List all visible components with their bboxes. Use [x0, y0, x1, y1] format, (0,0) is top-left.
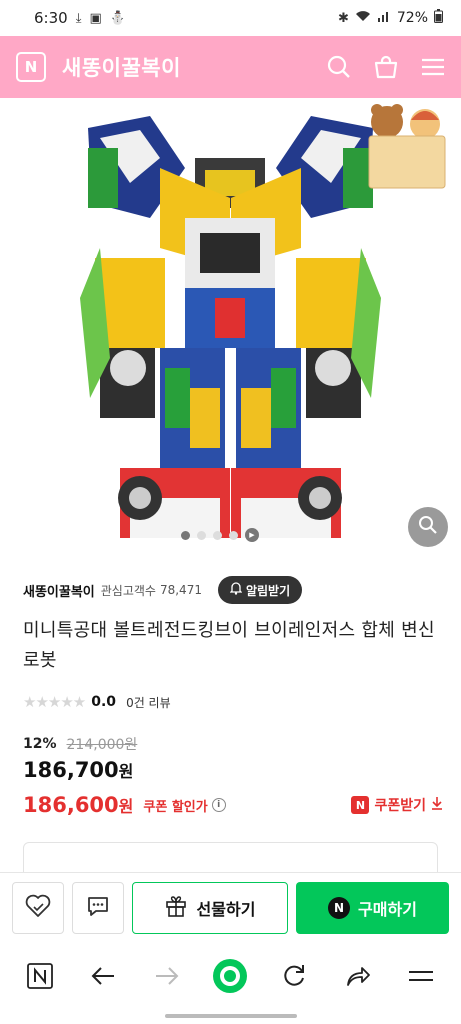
status-bar: 6:30 ⤓ ▣ ⛄ ✱ 72% — [0, 0, 461, 36]
bluetooth-icon: ✱ — [337, 10, 349, 26]
discount-row: 12% 214,000원 — [23, 734, 137, 754]
purchase-action-bar: 선물하기 N 구매하기 — [0, 872, 461, 942]
carousel-dot[interactable] — [181, 530, 190, 540]
sale-price-unit: 원 — [118, 762, 134, 781]
hamburger-icon — [409, 971, 434, 981]
store-info-row: 새똥이꿀복이 관심고객수 78,471 알림받기 — [23, 576, 445, 604]
product-title: 미니특공대 볼트레전드킹브이 브이레인저스 합체 변신로봇 — [23, 620, 435, 671]
status-time: 6:30 — [34, 9, 68, 27]
brand-badge-image — [363, 102, 449, 194]
battery-icon — [434, 9, 443, 27]
heart-icon — [25, 894, 51, 922]
star-rating-icon: ★★★★★ — [23, 693, 86, 711]
gift-icon — [165, 895, 187, 921]
refresh-button[interactable] — [272, 954, 316, 998]
zoom-button[interactable] — [408, 507, 448, 547]
wifi-icon — [355, 10, 371, 26]
carousel-indicator: ▶ — [181, 528, 259, 542]
naver-home-button[interactable] — [18, 954, 62, 998]
buy-button-label: 구매하기 — [358, 899, 417, 919]
share-button[interactable] — [336, 954, 380, 998]
followers-count: 78,471 — [159, 583, 202, 597]
naver-logo-button[interactable]: N — [16, 52, 46, 82]
naver-home-icon — [26, 963, 53, 989]
store-name-link[interactable]: 새똥이꿀복이 — [23, 581, 95, 600]
coupon-row: 186,600원 쿠폰 할인가 i N 쿠폰받기 — [23, 790, 443, 820]
video-play-icon[interactable]: ▶ — [245, 528, 259, 542]
back-arrow-icon — [91, 967, 115, 985]
buy-button[interactable]: N 구매하기 — [296, 881, 449, 934]
gallery-icon: ▣ — [89, 10, 102, 26]
browser-menu-button[interactable] — [399, 954, 443, 998]
download-arrow-icon — [431, 796, 443, 814]
browser-navigation-bar — [0, 944, 461, 1008]
product-image-carousel[interactable]: ▶ — [0, 98, 461, 556]
coupon-price-unit: 원 — [118, 797, 134, 816]
bell-icon — [229, 582, 243, 598]
header-store-name[interactable]: 새똥이꿀복이 — [62, 52, 181, 82]
green-dot-button[interactable] — [208, 954, 252, 998]
rating-row[interactable]: ★★★★★ 0.0 0건 리뷰 — [23, 692, 171, 712]
coupon-download-button[interactable]: N 쿠폰받기 — [351, 795, 443, 815]
app-notification-icon: ⛄ — [109, 10, 126, 26]
menu-icon[interactable] — [421, 57, 445, 77]
carousel-dot[interactable] — [229, 530, 238, 540]
gift-button[interactable]: 선물하기 — [132, 881, 288, 934]
download-icon: ⤓ — [75, 10, 82, 26]
wishlist-button[interactable] — [12, 881, 64, 934]
forward-arrow-icon — [155, 967, 179, 985]
carousel-dot[interactable] — [213, 530, 222, 540]
search-icon[interactable] — [327, 55, 351, 79]
coupon-download-label: 쿠폰받기 — [374, 798, 426, 814]
coupon-price-value: 186,600 — [23, 793, 119, 817]
info-icon[interactable]: i — [211, 798, 226, 812]
back-button[interactable] — [81, 954, 125, 998]
talk-inquiry-button[interactable] — [72, 881, 124, 934]
cart-icon[interactable] — [373, 55, 399, 79]
share-icon — [346, 967, 370, 986]
naver-coupon-badge: N — [351, 796, 370, 814]
alarm-subscribe-label: 알림받기 — [245, 583, 291, 598]
chat-icon — [86, 894, 110, 922]
coupon-price: 186,600원 — [23, 793, 133, 817]
alarm-subscribe-button[interactable]: 알림받기 — [217, 576, 303, 604]
followers-label: 관심고객수 — [100, 583, 156, 598]
sale-price: 186,700원 — [23, 758, 133, 782]
discount-rate: 12% — [23, 736, 57, 752]
coupon-discount-label: 쿠폰 할인가 — [143, 799, 208, 815]
home-indicator[interactable] — [165, 1014, 297, 1018]
store-header: N 새똥이꿀복이 — [0, 36, 461, 98]
magnifier-icon — [418, 515, 438, 539]
review-count: 0건 리뷰 — [126, 695, 171, 710]
green-dot-icon — [213, 959, 248, 993]
forward-button[interactable] — [145, 954, 189, 998]
rating-value: 0.0 — [91, 694, 117, 710]
original-price: 214,000원 — [66, 737, 138, 753]
npay-icon: N — [328, 896, 351, 919]
carousel-dot[interactable] — [197, 530, 206, 540]
signal-icon — [377, 10, 391, 26]
refresh-icon — [284, 965, 305, 986]
sale-price-value: 186,700 — [23, 758, 119, 782]
gift-button-label: 선물하기 — [196, 899, 256, 919]
battery-percent: 72% — [396, 10, 428, 26]
